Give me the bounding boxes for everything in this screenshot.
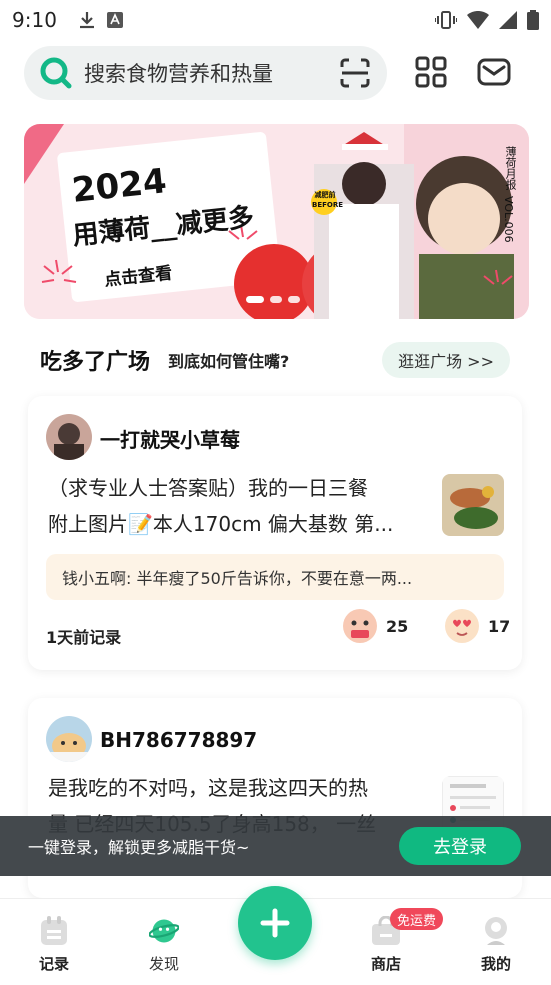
status-bar: 9:10 (0, 0, 551, 40)
mail-icon (477, 58, 511, 86)
login-prompt-bar: 一键登录，解锁更多减脂干货~ 去登录 (0, 816, 551, 876)
post-line: 附上图片📝本人170cm 偏大基数 第... (48, 512, 394, 536)
nav-item-record[interactable]: 记录 (14, 915, 94, 974)
reaction-count: 17 (488, 616, 511, 636)
pagination-dot-active (246, 296, 264, 303)
avatar[interactable] (46, 414, 92, 460)
scan-icon[interactable] (339, 57, 371, 89)
plaza-section-header: 吃多了广场 到底如何管住嘴? 逛逛广场 >> (40, 340, 510, 380)
header: 搜索食物营养和热量 (0, 40, 551, 110)
nav-item-discover[interactable]: 发现 (124, 915, 204, 974)
plus-icon (260, 908, 290, 938)
banner-vol: VOL.006 (502, 196, 515, 243)
post-line: 是我吃的不对吗，这是我这四天的热 (48, 776, 368, 800)
signal-icon (499, 11, 517, 29)
browse-plaza-link[interactable]: 逛逛广场 >> (382, 342, 510, 378)
free-shipping-badge: 免运费 (390, 908, 444, 930)
pagination-dot (270, 296, 282, 303)
banner-side-text: 薄荷月报 (504, 146, 517, 190)
nav-label: 记录 (38, 955, 69, 973)
search-bar[interactable]: 搜索食物营养和热量 (24, 46, 387, 100)
status-time: 9:10 (12, 8, 57, 32)
wifi-icon (467, 11, 489, 29)
main-content: 2024 用薄荷__减更多 点击查看 薄荷月报 VOL.006 减肥前 BEFOR… (0, 110, 551, 900)
download-icon (79, 12, 94, 29)
apps-button[interactable] (413, 54, 449, 90)
nav-label: 发现 (148, 955, 179, 973)
login-prompt-text: 一键登录，解锁更多减脂干货~ (28, 838, 250, 857)
vibrate-icon (435, 11, 457, 29)
add-record-button[interactable] (238, 886, 312, 960)
section-title: 吃多了广场 (40, 350, 151, 375)
grid-icon (415, 56, 447, 88)
post-line: （求专业人士答案贴）我的一日三餐 (48, 476, 368, 500)
planet-icon (149, 919, 179, 943)
envy-icon (343, 609, 377, 643)
pagination-dot (288, 296, 300, 303)
post-author[interactable]: 一打就哭小草莓 (100, 424, 240, 453)
search-placeholder: 搜索食物营养和热量 (84, 62, 273, 86)
section-subtitle: 到底如何管住嘴? (168, 352, 290, 371)
post-thumbnail[interactable] (442, 474, 504, 536)
heart-eyes-icon (445, 609, 479, 643)
reaction-love[interactable]: 17 (444, 608, 510, 644)
banner-pagination (246, 296, 300, 303)
app-notification-icon (106, 12, 123, 28)
avatar[interactable] (46, 716, 92, 762)
nav-label: 商店 (370, 955, 401, 973)
post-text: （求专业人士答案贴）我的一日三餐 附上图片📝本人170cm 偏大基数 第... (48, 470, 432, 542)
battery-icon (527, 10, 539, 30)
post-time: 1天前记录 (46, 628, 122, 647)
login-button[interactable]: 去登录 (399, 827, 521, 865)
reaction-envy[interactable]: 25 (342, 608, 408, 644)
nav-label: 我的 (480, 955, 511, 973)
nav-item-profile[interactable]: 我的 (456, 915, 536, 974)
record-icon (41, 916, 67, 945)
post-card[interactable]: 一打就哭小草莓 （求专业人士答案贴）我的一日三餐 附上图片📝本人170cm 偏大… (28, 396, 522, 670)
top-comment[interactable]: 钱小五啊: 半年瘦了50斤告诉你，不要在意一两... (46, 554, 504, 600)
post-author[interactable]: BH786778897 (100, 728, 257, 752)
messages-button[interactable] (476, 54, 512, 90)
reaction-count: 25 (386, 616, 409, 636)
promo-banner[interactable]: 2024 用薄荷__减更多 点击查看 薄荷月报 VOL.006 减肥前 BEFOR… (24, 124, 529, 319)
banner-before-label: 减肥前 BEFORE (312, 191, 344, 209)
profile-icon (485, 917, 507, 945)
search-icon (40, 57, 72, 89)
